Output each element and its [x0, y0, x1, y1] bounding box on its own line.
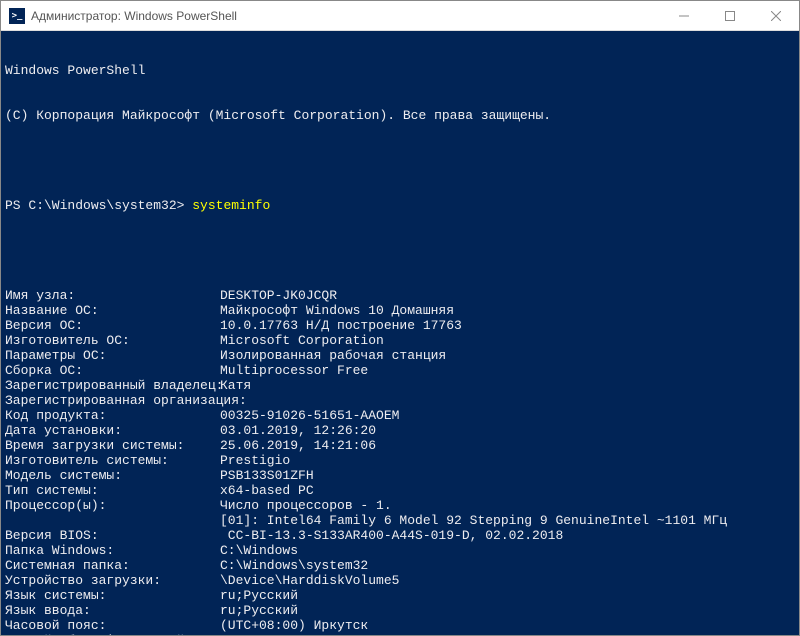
command-text: systeminfo: [192, 198, 270, 213]
row-label: Сборка ОС:: [5, 363, 220, 378]
output-row: Изготовитель ОС:Microsoft Corporation: [5, 333, 795, 348]
terminal-body[interactable]: Windows PowerShell (C) Корпорация Майкро…: [1, 31, 799, 635]
output-row: Язык системы:ru;Русский: [5, 588, 795, 603]
row-label: Дата установки:: [5, 423, 220, 438]
row-value: 2 905 МБ: [220, 633, 795, 635]
row-label: Имя узла:: [5, 288, 220, 303]
row-value: [01]: Intel64 Family 6 Model 92 Stepping…: [220, 513, 795, 528]
row-value: Число процессоров - 1.: [220, 498, 795, 513]
titlebar[interactable]: >_ Администратор: Windows PowerShell: [1, 1, 799, 31]
window-controls: [661, 1, 799, 30]
row-label: Изготовитель системы:: [5, 453, 220, 468]
minimize-button[interactable]: [661, 1, 707, 30]
blank-line: [5, 243, 795, 258]
header-line-1: Windows PowerShell: [5, 63, 795, 78]
row-value: [220, 393, 795, 408]
row-value: Microsoft Corporation: [220, 333, 795, 348]
close-button[interactable]: [753, 1, 799, 30]
row-value: Катя: [220, 378, 795, 393]
row-label: Код продукта:: [5, 408, 220, 423]
output-row: Модель системы:PSB133S01ZFH: [5, 468, 795, 483]
row-label: Время загрузки системы:: [5, 438, 220, 453]
row-value: C:\Windows\system32: [220, 558, 795, 573]
output-row: Полный объем физической памяти:2 905 МБ: [5, 633, 795, 635]
output-row: Язык ввода:ru;Русский: [5, 603, 795, 618]
powershell-icon: >_: [9, 8, 25, 24]
row-label: Название ОС:: [5, 303, 220, 318]
output-row: [01]: Intel64 Family 6 Model 92 Stepping…: [5, 513, 795, 528]
row-label: [5, 513, 220, 528]
row-label: Зарегистрированный владелец:: [5, 378, 220, 393]
output-row: Код продукта:00325-91026-51651-AAOEM: [5, 408, 795, 423]
output-row: Дата установки:03.01.2019, 12:26:20: [5, 423, 795, 438]
window-title: Администратор: Windows PowerShell: [31, 9, 661, 23]
header-line-2: (C) Корпорация Майкрософт (Microsoft Cor…: [5, 108, 795, 123]
row-label: Модель системы:: [5, 468, 220, 483]
row-label: Версия BIOS:: [5, 528, 220, 543]
row-value: ru;Русский: [220, 588, 795, 603]
output-row: Версия ОС:10.0.17763 Н/Д построение 1776…: [5, 318, 795, 333]
blank-line: [5, 153, 795, 168]
row-label: Полный объем физической памяти:: [5, 633, 220, 635]
row-value: 00325-91026-51651-AAOEM: [220, 408, 795, 423]
output-row: Имя узла:DESKTOP-JK0JCQR: [5, 288, 795, 303]
row-label: Язык ввода:: [5, 603, 220, 618]
row-label: Системная папка:: [5, 558, 220, 573]
output-row: Время загрузки системы:25.06.2019, 14:21…: [5, 438, 795, 453]
prompt-text: PS C:\Windows\system32>: [5, 198, 192, 213]
output-row: Системная папка:C:\Windows\system32: [5, 558, 795, 573]
row-value: PSB133S01ZFH: [220, 468, 795, 483]
row-label: Изготовитель ОС:: [5, 333, 220, 348]
output-row: Папка Windows:C:\Windows: [5, 543, 795, 558]
output-row: Параметры ОС:Изолированная рабочая станц…: [5, 348, 795, 363]
row-value: Prestigio: [220, 453, 795, 468]
row-label: Язык системы:: [5, 588, 220, 603]
output-row: Зарегистрированная организация:: [5, 393, 795, 408]
row-value: Multiprocessor Free: [220, 363, 795, 378]
output-row: Процессор(ы):Число процессоров - 1.: [5, 498, 795, 513]
output-row: Часовой пояс:(UTC+08:00) Иркутск: [5, 618, 795, 633]
row-value: CC-BI-13.3-S133AR400-A44S-019-D, 02.02.2…: [220, 528, 795, 543]
row-label: Устройство загрузки:: [5, 573, 220, 588]
powershell-window: >_ Администратор: Windows PowerShell Win…: [0, 0, 800, 636]
output-row: Версия BIOS: CC-BI-13.3-S133AR400-A44S-0…: [5, 528, 795, 543]
row-label: Тип системы:: [5, 483, 220, 498]
row-value: ru;Русский: [220, 603, 795, 618]
row-value: 10.0.17763 Н/Д построение 17763: [220, 318, 795, 333]
output-row: Название ОС:Майкрософт Windows 10 Домашн…: [5, 303, 795, 318]
row-label: Папка Windows:: [5, 543, 220, 558]
prompt-line: PS C:\Windows\system32> systeminfo: [5, 198, 795, 213]
row-label: Часовой пояс:: [5, 618, 220, 633]
output-rows: Имя узла:DESKTOP-JK0JCQRНазвание ОС:Майк…: [5, 288, 795, 635]
close-icon: [771, 11, 781, 21]
row-label: Зарегистрированная организация:: [5, 393, 220, 408]
row-value: (UTC+08:00) Иркутск: [220, 618, 795, 633]
row-value: 03.01.2019, 12:26:20: [220, 423, 795, 438]
row-label: Параметры ОС:: [5, 348, 220, 363]
maximize-icon: [725, 11, 735, 21]
output-row: Изготовитель системы:Prestigio: [5, 453, 795, 468]
row-value: 25.06.2019, 14:21:06: [220, 438, 795, 453]
row-value: DESKTOP-JK0JCQR: [220, 288, 795, 303]
output-row: Устройство загрузки:\Device\HarddiskVolu…: [5, 573, 795, 588]
output-row: Тип системы:x64-based PC: [5, 483, 795, 498]
row-label: Версия ОС:: [5, 318, 220, 333]
minimize-icon: [679, 11, 689, 21]
row-value: x64-based PC: [220, 483, 795, 498]
output-row: Зарегистрированный владелец:Катя: [5, 378, 795, 393]
row-value: Майкрософт Windows 10 Домашняя: [220, 303, 795, 318]
row-value: Изолированная рабочая станция: [220, 348, 795, 363]
output-row: Сборка ОС:Multiprocessor Free: [5, 363, 795, 378]
row-value: \Device\HarddiskVolume5: [220, 573, 795, 588]
row-label: Процессор(ы):: [5, 498, 220, 513]
maximize-button[interactable]: [707, 1, 753, 30]
row-value: C:\Windows: [220, 543, 795, 558]
